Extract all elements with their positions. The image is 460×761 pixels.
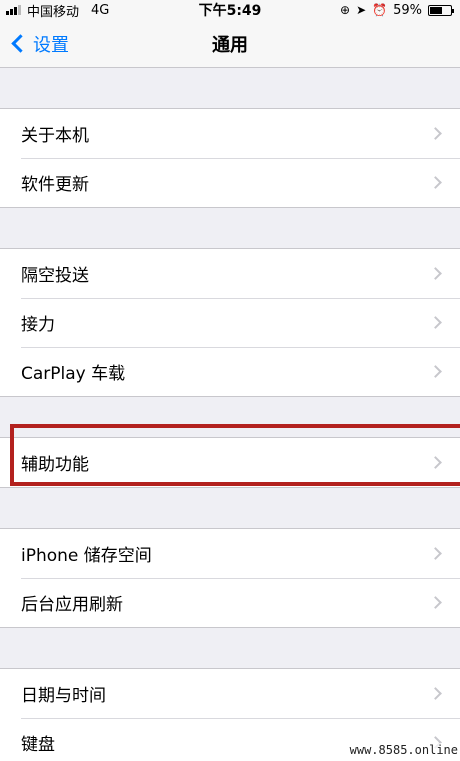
- battery-percent: 59%: [393, 2, 422, 18]
- alarm-icon: ⏰: [372, 3, 388, 17]
- list-item-label: 软件更新: [21, 175, 89, 195]
- page-title: 通用: [212, 34, 248, 56]
- settings-group-4: iPhone 储存空间 后台应用刷新: [0, 528, 460, 628]
- list-item-about[interactable]: 关于本机: [0, 109, 460, 158]
- status-bar: 中国移动 4G 下午5:49 ⊕ ➤ ⏰ 59%: [0, 0, 460, 20]
- carrier-label: 中国移动: [27, 4, 80, 20]
- list-item-label: 关于本机: [21, 126, 89, 146]
- list-item-label: CarPlay 车载: [21, 364, 126, 384]
- list-item-label: iPhone 储存空间: [21, 546, 152, 566]
- settings-group-1: 关于本机 软件更新: [0, 108, 460, 208]
- watermark: www.8585.online: [349, 743, 458, 757]
- status-left: 中国移动 4G: [6, 1, 109, 20]
- network-label: 4G: [91, 2, 110, 18]
- list-item-airdrop[interactable]: 隔空投送: [0, 249, 460, 298]
- battery-fill: [430, 6, 442, 14]
- list-item-iphone-storage[interactable]: iPhone 储存空间: [0, 529, 460, 578]
- nav-bar: 设置 通用: [0, 20, 460, 68]
- list-item-label: 日期与时间: [21, 686, 106, 706]
- chevron-right-icon: [429, 687, 442, 700]
- list-item-label: 隔空投送: [21, 266, 89, 286]
- list-item-date-time[interactable]: 日期与时间: [0, 669, 460, 718]
- settings-group-2: 隔空投送 接力 CarPlay 车载: [0, 248, 460, 397]
- list-item-label: 键盘: [21, 735, 55, 755]
- list-item-label: 接力: [21, 315, 55, 335]
- back-button-label: 设置: [33, 34, 69, 56]
- status-right: ⊕ ➤ ⏰ 59%: [340, 2, 454, 18]
- chevron-right-icon: [429, 316, 442, 329]
- list-item-handoff[interactable]: 接力: [0, 298, 460, 347]
- screen-lock-icon: ⊕: [340, 3, 351, 17]
- chevron-right-icon: [429, 547, 442, 560]
- list-item-background-refresh[interactable]: 后台应用刷新: [0, 578, 460, 627]
- chevron-right-icon: [429, 267, 442, 280]
- list-item-label: 辅助功能: [21, 455, 89, 475]
- chevron-right-icon: [429, 127, 442, 140]
- list-item-label: 后台应用刷新: [21, 595, 123, 615]
- chevron-right-icon: [429, 176, 442, 189]
- chevron-right-icon: [429, 365, 442, 378]
- location-icon: ➤: [356, 3, 367, 17]
- back-button[interactable]: 设置: [0, 31, 69, 57]
- chevron-right-icon: [429, 456, 442, 469]
- list-item-software-update[interactable]: 软件更新: [0, 158, 460, 207]
- chevron-right-icon: [429, 596, 442, 609]
- battery-icon: [428, 4, 454, 16]
- settings-group-3: 辅助功能: [0, 437, 460, 488]
- signal-icon: [6, 5, 21, 15]
- list-item-accessibility[interactable]: 辅助功能: [0, 438, 460, 487]
- chevron-left-icon: [11, 34, 30, 53]
- list-item-carplay[interactable]: CarPlay 车载: [0, 347, 460, 396]
